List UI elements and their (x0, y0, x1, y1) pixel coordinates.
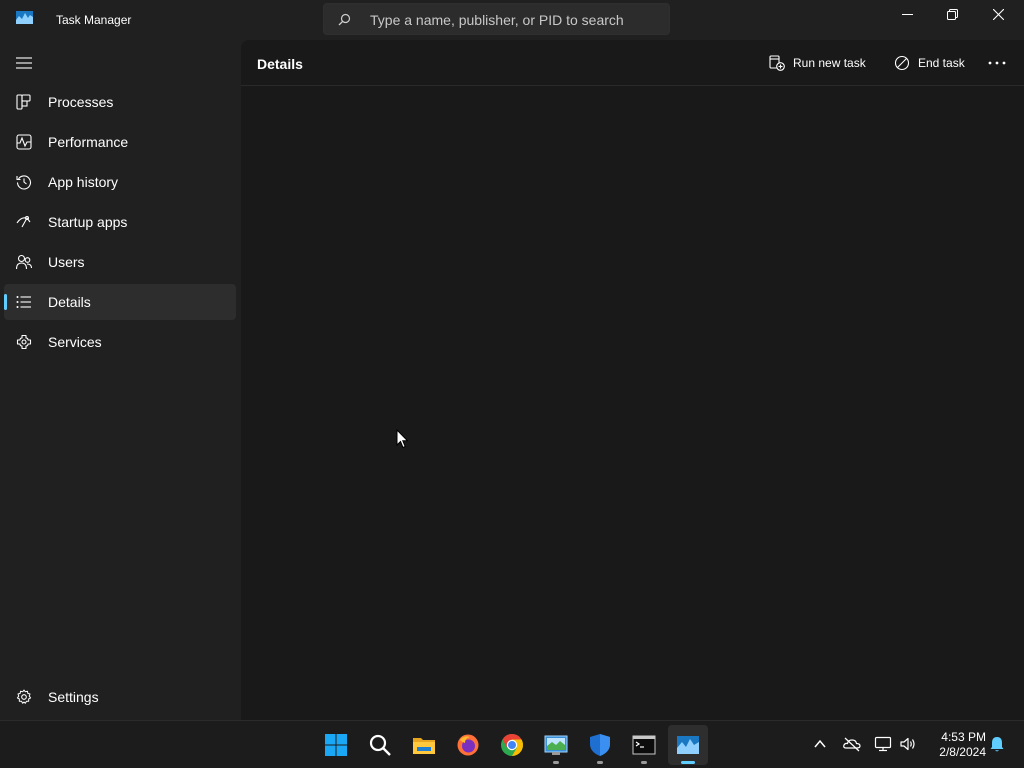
app-title: Task Manager (56, 13, 132, 27)
nav-item-startup-apps[interactable]: Startup apps (4, 204, 236, 240)
details-icon (16, 296, 31, 308)
end-task-button[interactable]: End task (894, 48, 969, 78)
close-button[interactable] (976, 0, 1022, 30)
details-page: Details Run new task End task (241, 40, 1024, 720)
taskbar-firefox[interactable] (448, 725, 488, 765)
running-indicator (641, 761, 647, 764)
navigation-pane: Processes Performance App history Startu… (0, 40, 241, 720)
file-explorer-icon (413, 738, 435, 754)
taskbar-clock[interactable]: 4:53 PM 2/8/2024 (926, 730, 986, 760)
taskbar-windows-security[interactable] (580, 725, 620, 765)
terminal-icon (632, 735, 656, 755)
page-title: Details (257, 56, 303, 72)
clock-date: 2/8/2024 (939, 745, 986, 759)
run-new-task-label: Run new task (793, 56, 866, 70)
taskbar-start-button[interactable] (316, 725, 356, 765)
nav-item-services[interactable]: Services (4, 324, 236, 360)
search-icon (338, 13, 351, 26)
control-panel-icon (544, 735, 568, 755)
taskbar-task-manager[interactable] (668, 725, 708, 765)
onedrive-offline-icon[interactable] (843, 735, 861, 753)
notifications-bell-icon[interactable] (988, 735, 1006, 753)
taskbar-search-button[interactable] (360, 725, 400, 765)
firefox-icon (457, 734, 479, 756)
title-bar: Task Manager Type a name, publisher, or … (0, 0, 1024, 40)
taskbar-chrome[interactable] (492, 725, 532, 765)
services-icon (16, 334, 32, 350)
nav-label: Performance (48, 134, 129, 150)
taskbar: 4:53 PM 2/8/2024 (0, 720, 1024, 768)
app-history-icon (16, 175, 32, 190)
startup-apps-icon (16, 216, 31, 228)
search-placeholder: Type a name, publisher, or PID to search (370, 12, 624, 28)
taskbar-control-panel[interactable] (536, 725, 576, 765)
mouse-cursor-icon (396, 429, 408, 449)
nav-label: Settings (48, 689, 99, 705)
search-input[interactable]: Type a name, publisher, or PID to search (323, 3, 670, 35)
windows-start-icon (325, 734, 347, 756)
nav-item-users[interactable]: Users (4, 244, 236, 280)
taskbar-file-explorer[interactable] (404, 725, 444, 765)
nav-label: Users (48, 254, 85, 270)
running-indicator (553, 761, 559, 764)
show-hidden-icons-chevron-up-icon[interactable] (811, 735, 829, 753)
end-task-icon (894, 55, 910, 71)
restore-icon (947, 9, 958, 20)
users-icon (16, 254, 32, 270)
nav-label: Processes (48, 94, 114, 110)
processes-icon (16, 94, 31, 110)
task-manager-icon (677, 736, 699, 754)
settings-gear-icon (16, 689, 32, 704)
chrome-icon (501, 734, 523, 756)
run-new-task-button[interactable]: Run new task (769, 48, 869, 78)
performance-icon (16, 134, 32, 150)
running-indicator (597, 761, 603, 764)
more-options-icon[interactable] (987, 55, 1007, 71)
hamburger-menu-icon[interactable] (16, 57, 32, 69)
page-header: Details Run new task End task (241, 40, 1024, 86)
taskbar-terminal[interactable] (624, 725, 664, 765)
nav-label: Details (48, 294, 91, 310)
restore-button[interactable] (930, 0, 976, 30)
clock-time: 4:53 PM (941, 730, 986, 744)
nav-item-processes[interactable]: Processes (4, 84, 236, 120)
task-manager-logo-icon (16, 11, 33, 24)
close-icon (993, 9, 1004, 20)
minimize-icon (902, 14, 913, 15)
nav-label: App history (48, 174, 119, 190)
nav-item-app-history[interactable]: App history (4, 164, 236, 200)
nav-label: Services (48, 334, 102, 350)
end-task-label: End task (918, 56, 965, 70)
nav-label: Startup apps (48, 214, 128, 230)
search-icon (369, 734, 391, 756)
run-new-task-icon (769, 55, 785, 71)
nav-item-performance[interactable]: Performance (4, 124, 236, 160)
nav-item-details[interactable]: Details (4, 284, 236, 320)
windows-security-icon (590, 734, 610, 756)
selection-indicator (4, 294, 7, 310)
network-icon[interactable] (874, 735, 892, 753)
volume-icon[interactable] (899, 735, 917, 753)
active-indicator (681, 761, 695, 764)
nav-item-settings[interactable]: Settings (4, 679, 236, 715)
minimize-button[interactable] (885, 0, 931, 30)
